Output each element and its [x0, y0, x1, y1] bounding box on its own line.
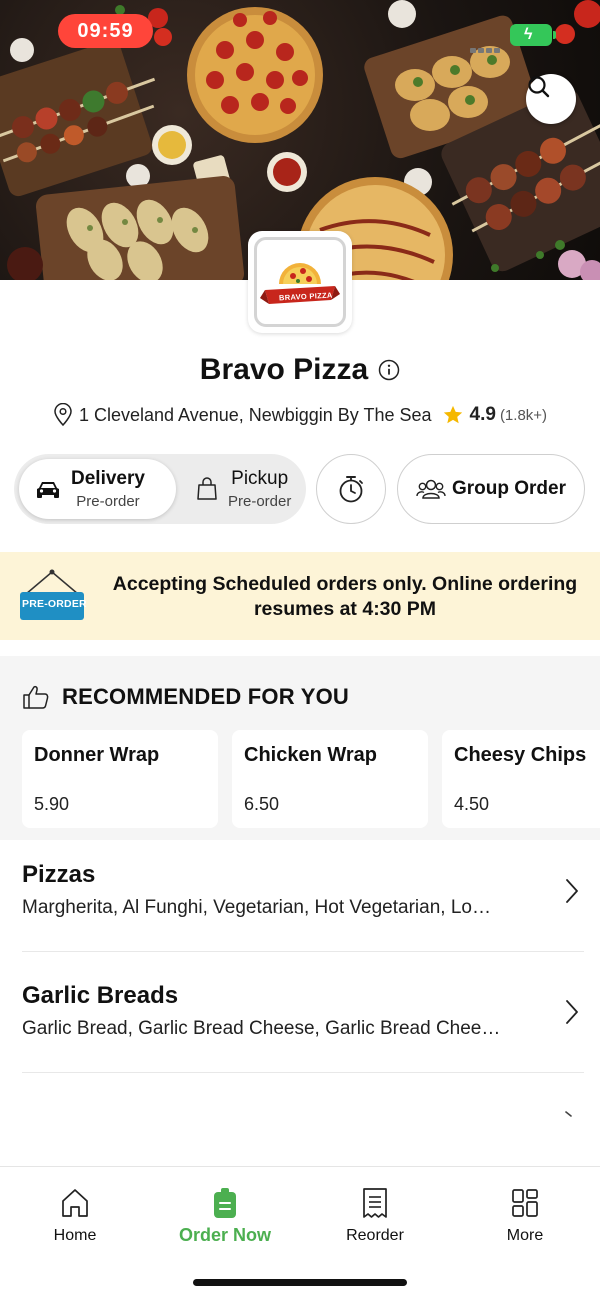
pickup-label: Pickup — [231, 468, 289, 489]
pizza-logo-icon — [260, 263, 340, 304]
category-name: Garlic Breads — [22, 982, 179, 1009]
order-icon — [214, 1188, 236, 1218]
recommended-item[interactable]: Donner Wrap 5.90 — [22, 730, 218, 828]
order-mode-toggle: Delivery Pre-order Pickup Pre-order — [14, 454, 306, 524]
stopwatch-icon — [339, 476, 363, 503]
nav-order-now[interactable]: Order Now — [165, 1187, 285, 1257]
delivery-option[interactable]: Delivery Pre-order — [19, 459, 176, 519]
pickup-option[interactable]: Pickup Pre-order — [184, 459, 302, 519]
nav-reorder[interactable]: Reorder — [315, 1187, 435, 1257]
nav-label: Reorder — [346, 1227, 404, 1244]
group-icon — [416, 479, 446, 499]
recommended-section: RECOMMENDED FOR YOU Donner Wrap 5.90 Chi… — [0, 656, 600, 840]
nav-label: Home — [53, 1227, 97, 1244]
schedule-button[interactable] — [316, 454, 386, 524]
preorder-message: Accepting Scheduled orders only. Online … — [112, 573, 578, 620]
chevron-right-icon — [565, 1111, 572, 1117]
preorder-notice-banner: PRE-ORDER Accepting Scheduled orders onl… — [0, 552, 600, 640]
recommended-heading: RECOMMENDED FOR YOU — [62, 684, 349, 709]
recommended-item-price: 6.50 — [244, 794, 280, 814]
nav-home[interactable]: Home — [15, 1187, 135, 1257]
location-pin-icon — [54, 403, 72, 427]
recommended-item[interactable]: Cheesy Chips 4.50 — [442, 730, 600, 828]
recommended-item-name: Cheesy Chips — [454, 744, 587, 766]
grid-icon — [512, 1189, 538, 1217]
category-row-garlic-breads[interactable]: Garlic Breads Garlic Bread, Garlic Bread… — [22, 952, 584, 1073]
category-description: Garlic Bread, Garlic Bread Cheese, Garli… — [22, 1018, 501, 1039]
rating-value: 4.9 — [469, 404, 496, 425]
preorder-tag-text: PRE-ORDER — [22, 598, 87, 610]
recommended-item-price: 5.90 — [34, 794, 70, 814]
category-description: Margherita, Al Funghi, Vegetarian, Hot V… — [22, 897, 491, 918]
recommended-item-name: Donner Wrap — [34, 744, 160, 766]
nav-label: Order Now — [178, 1225, 271, 1245]
delivery-label: Delivery — [71, 468, 145, 489]
delivery-sublabel: Pre-order — [76, 493, 140, 510]
info-icon[interactable] — [378, 359, 400, 381]
thumbs-up-icon — [23, 685, 49, 709]
nav-more[interactable]: More — [465, 1187, 585, 1257]
pickup-sublabel: Pre-order — [228, 493, 292, 510]
battery-icon: ϟ — [510, 24, 556, 46]
chevron-right-icon — [566, 879, 578, 903]
category-name: Pizzas — [22, 861, 96, 888]
star-icon — [443, 405, 462, 424]
home-icon — [62, 1189, 88, 1217]
restaurant-name: Bravo Pizza — [199, 353, 369, 386]
preorder-sign-icon — [20, 569, 84, 620]
group-order-label: Group Order — [451, 478, 566, 499]
search-icon — [528, 76, 550, 98]
recommended-item-price: 4.50 — [454, 794, 490, 814]
recommended-item[interactable]: Chicken Wrap 6.50 — [232, 730, 428, 828]
signal-icon — [470, 40, 506, 53]
nav-label: More — [506, 1227, 544, 1244]
group-order-button[interactable]: Group Order — [397, 454, 585, 524]
recommended-item-name: Chicken Wrap — [244, 744, 377, 766]
rating-count: (1.8k+) — [499, 406, 548, 424]
car-icon — [37, 482, 59, 498]
shopping-bag-icon — [197, 477, 217, 500]
category-row-pizzas[interactable]: Pizzas Margherita, Al Funghi, Vegetarian… — [22, 831, 584, 952]
restaurant-address: 1 Cleveland Avenue, Newbiggin By The Sea — [78, 404, 432, 425]
chevron-right-icon — [566, 1000, 578, 1024]
receipt-icon — [363, 1188, 387, 1218]
restaurant-logo: BRAVO PIZZA — [248, 231, 352, 333]
search-button[interactable] — [526, 74, 576, 124]
status-time: 09:59 — [58, 14, 153, 48]
home-indicator — [193, 1279, 407, 1286]
